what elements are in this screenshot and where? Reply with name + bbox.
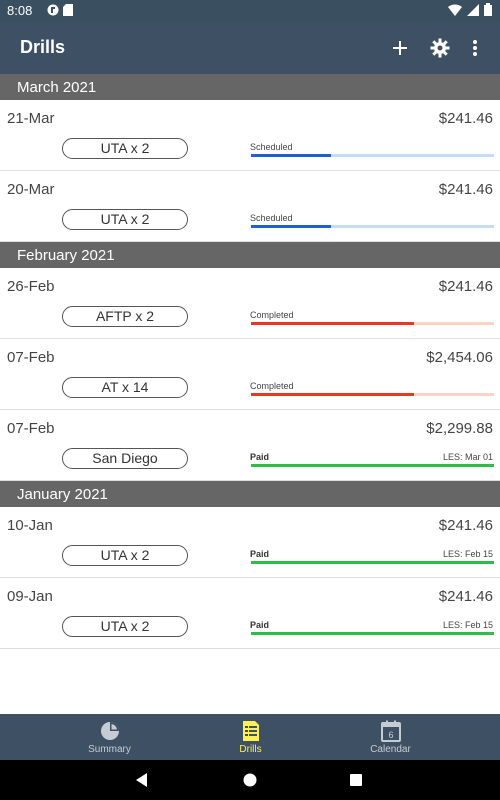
battery-icon xyxy=(484,3,492,16)
drill-row[interactable]: 09-Jan $241.46 UTA x 2 Paid LES: Feb 15 xyxy=(0,578,500,649)
notification-icons xyxy=(47,4,73,16)
status-progress-bar xyxy=(251,225,494,228)
drill-type-pill[interactable]: AFTP x 2 xyxy=(62,306,188,327)
nav-calendar-label: Calendar xyxy=(370,744,411,755)
drill-row[interactable]: 07-Feb $2,454.06 AT x 14 Completed xyxy=(0,339,500,410)
drill-type-pill[interactable]: UTA x 2 xyxy=(62,616,188,637)
drill-date: 20-Mar xyxy=(7,181,55,198)
overflow-menu-button[interactable] xyxy=(462,35,488,61)
drill-type-pill[interactable]: San Diego xyxy=(62,448,188,469)
calendar-icon-day: 6 xyxy=(388,730,393,740)
back-triangle-icon xyxy=(136,773,147,787)
drill-type-pill[interactable]: UTA x 2 xyxy=(62,138,188,159)
drill-amount: $241.46 xyxy=(438,110,493,127)
drill-date: 07-Feb xyxy=(7,420,55,437)
drill-row[interactable]: 26-Feb $241.46 AFTP x 2 Completed xyxy=(0,268,500,339)
status-label: Completed xyxy=(250,381,294,391)
month-header: March 2021 xyxy=(0,74,500,100)
plus-icon xyxy=(393,41,407,55)
add-button[interactable] xyxy=(387,35,413,61)
drill-type-pill[interactable]: UTA x 2 xyxy=(62,545,188,566)
recents-button[interactable] xyxy=(346,770,366,790)
system-nav-bar xyxy=(0,760,500,800)
drill-amount: $241.46 xyxy=(438,278,493,295)
drill-amount: $241.46 xyxy=(438,517,493,534)
drill-type-pill[interactable]: AT x 14 xyxy=(62,377,188,398)
settings-button[interactable] xyxy=(427,35,453,61)
recents-square-icon xyxy=(350,774,362,786)
les-date: LES: Feb 15 xyxy=(442,549,493,559)
drill-date: 10-Jan xyxy=(7,517,53,534)
status-bar: 8:08 xyxy=(0,0,500,22)
drill-date: 09-Jan xyxy=(7,588,53,605)
bottom-nav: Summary Drills 6 Calendar xyxy=(0,714,500,760)
more-vert-icon xyxy=(473,40,477,56)
page-title: Drills xyxy=(20,37,66,57)
status-label: Completed xyxy=(250,310,294,320)
drill-date: 07-Feb xyxy=(7,349,55,366)
back-button[interactable] xyxy=(132,770,152,790)
sd-card-icon xyxy=(63,4,73,16)
status-progress-bar xyxy=(251,322,494,325)
drill-date: 26-Feb xyxy=(7,278,55,295)
home-circle-icon xyxy=(243,773,257,787)
status-progress-fill xyxy=(251,322,414,325)
nav-calendar[interactable]: 6 Calendar xyxy=(307,714,474,760)
drill-amount: $2,299.88 xyxy=(426,420,493,437)
month-header: February 2021 xyxy=(0,242,500,268)
status-progress-fill xyxy=(251,464,494,467)
app-bar: Drills xyxy=(0,22,500,74)
pie-chart-icon xyxy=(100,722,119,740)
status-label: Scheduled xyxy=(250,142,293,152)
status-progress-bar xyxy=(251,632,494,635)
status-label: Paid xyxy=(250,452,270,462)
system-status-icons xyxy=(448,3,492,16)
signal-icon xyxy=(467,3,479,16)
status-progress-fill xyxy=(251,393,414,396)
app-notification-icon xyxy=(47,4,59,16)
drill-type-pill[interactable]: UTA x 2 xyxy=(62,209,188,230)
drill-amount: $241.46 xyxy=(438,588,493,605)
status-label: Paid xyxy=(250,549,270,559)
drill-amount: $241.46 xyxy=(438,181,493,198)
list-document-icon xyxy=(242,721,259,741)
home-button[interactable] xyxy=(240,770,260,790)
status-progress-fill xyxy=(251,225,332,228)
month-header: January 2021 xyxy=(0,481,500,507)
calendar-icon: 6 xyxy=(380,720,401,742)
status-progress-bar xyxy=(251,464,494,467)
drill-date: 21-Mar xyxy=(7,110,55,127)
les-date: LES: Mar 01 xyxy=(442,452,493,462)
gear-icon xyxy=(430,38,450,58)
status-progress-bar xyxy=(251,154,494,157)
status-progress-bar xyxy=(251,561,494,564)
status-progress-fill xyxy=(251,632,494,635)
status-time: 8:08 xyxy=(7,3,33,18)
drills-list[interactable]: March 2021 21-Mar $241.46 UTA x 2 Scheduled 2… xyxy=(0,74,500,714)
status-progress-fill xyxy=(251,154,332,157)
status-progress-fill xyxy=(251,561,494,564)
status-label: Paid xyxy=(250,620,270,630)
drill-row[interactable]: 20-Mar $241.46 UTA x 2 Scheduled xyxy=(0,171,500,242)
drill-row[interactable]: 21-Mar $241.46 UTA x 2 Scheduled xyxy=(0,100,500,171)
drill-row[interactable]: 07-Feb $2,299.88 San Diego Paid LES: Mar 01 xyxy=(0,410,500,481)
drill-row[interactable]: 10-Jan $241.46 UTA x 2 Paid LES: Feb 15 xyxy=(0,507,500,578)
les-date: LES: Feb 15 xyxy=(442,620,493,630)
drill-amount: $2,454.06 xyxy=(426,349,493,366)
status-progress-bar xyxy=(251,393,494,396)
wifi-icon xyxy=(448,3,462,16)
status-label: Scheduled xyxy=(250,213,293,223)
